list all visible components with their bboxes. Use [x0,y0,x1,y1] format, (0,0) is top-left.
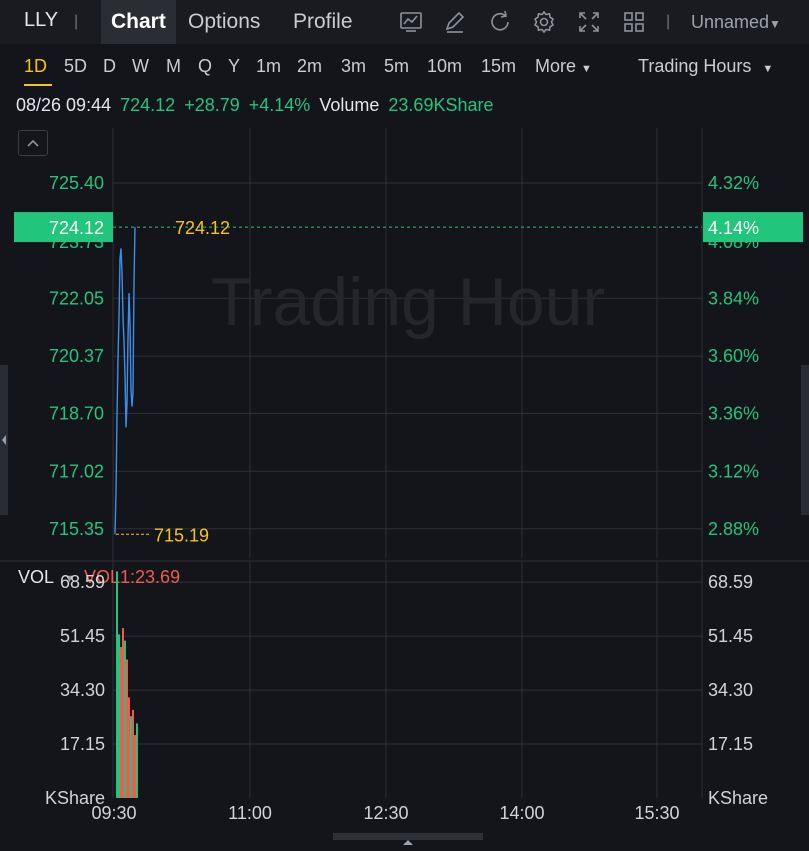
time-tick-label: 09:30 [91,803,136,823]
percent-tick-label: 3.84% [708,288,759,308]
volume-tick-label: 51.45 [708,626,753,646]
volume-bar [128,697,130,798]
volume-bar [134,735,136,798]
current-pct-badge-label: 4.14% [708,218,759,238]
percent-tick-label: 3.12% [708,461,759,481]
price-tick-label: 725.40 [49,173,104,193]
chevron-up-icon [27,139,39,147]
volume-bar [132,709,134,798]
bottom-panel-handle[interactable] [333,833,483,845]
collapse-button[interactable] [18,130,48,156]
volume-bar [116,571,118,798]
right-panel-handle[interactable] [801,365,809,515]
volume-tick-label: 68.59 [708,572,753,592]
volume-bar [136,723,138,798]
left-panel-handle[interactable] [0,365,8,515]
percent-tick-label: 3.36% [708,404,759,424]
percent-tick-label: 4.32% [708,173,759,193]
time-tick-label: 12:30 [363,803,408,823]
volume-tick-label: 51.45 [60,626,105,646]
volume-tick-label: 17.15 [60,734,105,754]
low-price-label: 715.19 [154,525,209,545]
volume-bar [124,640,126,798]
current-price-badge-label: 724.12 [49,218,104,238]
volume-bars [116,571,138,798]
volume-tick-label: 17.15 [708,734,753,754]
volume-bar [130,716,132,798]
arrow-up-icon [403,840,413,845]
arrow-left-icon [2,435,6,445]
volume-axis-right: 68.59 51.45 34.30 17.15 [708,572,753,754]
volume-axis-left: 68.59 51.45 34.30 17.15 [60,572,105,754]
price-tick-label: 717.02 [49,461,104,481]
price-tick-label: 722.05 [49,288,104,308]
time-axis: 09:30 11:00 12:30 14:00 15:30 [91,803,679,823]
high-price-label: 724.12 [175,218,230,238]
volume-bar [118,634,120,798]
price-tick-label: 715.35 [49,519,104,539]
volume-tick-label: 34.30 [708,680,753,700]
time-tick-label: 15:30 [634,803,679,823]
percent-tick-label: 2.88% [708,519,759,539]
price-series-line [114,227,136,535]
volume-bar [122,628,124,798]
volume-bar [120,646,122,798]
price-tick-label: 718.70 [49,404,104,424]
volume-bar [126,659,128,798]
intraday-chart[interactable]: Trading Hour 725.40 722.05 720.37 718.70 717… [0,0,809,840]
volume-tick-label: 34.30 [60,680,105,700]
percent-tick-label: 3.60% [708,346,759,366]
watermark-text: Trading Hour [211,264,605,340]
time-tick-label: 11:00 [228,803,272,823]
vol-indicator-label[interactable]: VOL [18,567,54,587]
time-tick-label: 14:00 [499,803,544,823]
price-tick-label: 720.37 [49,346,104,366]
volume-tick-label: 68.59 [60,572,105,592]
volume-unit-right: KShare [708,788,768,808]
